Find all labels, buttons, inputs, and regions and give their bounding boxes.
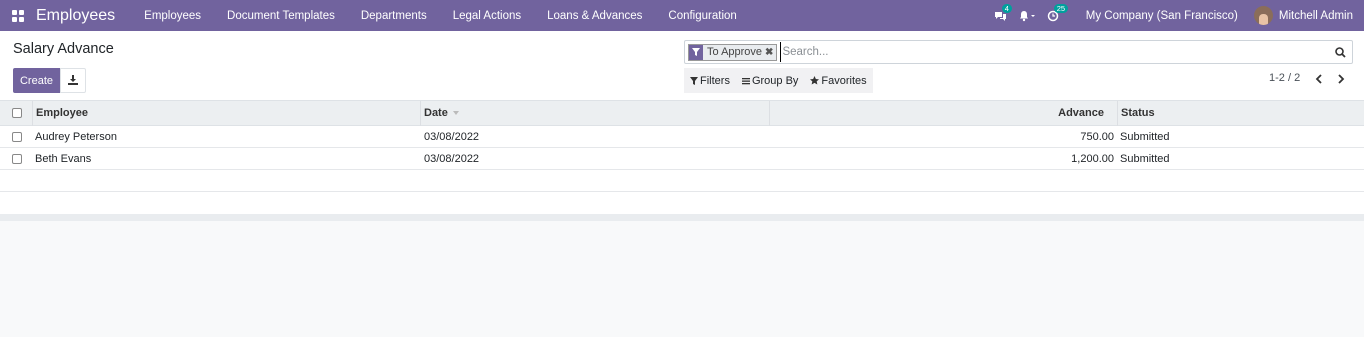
cell-advance: 750.00 (1080, 130, 1114, 143)
filters-label: Filters (700, 74, 730, 87)
menu-employees[interactable]: Employees (131, 0, 214, 31)
empty-row (0, 170, 1364, 192)
menu-departments[interactable]: Departments (348, 0, 440, 31)
activities-count-badge: 25 (1053, 4, 1069, 13)
search-bar: To Approve ✖ (684, 40, 1353, 64)
empty-row (0, 192, 1364, 214)
create-button[interactable]: Create (13, 68, 60, 93)
filter-facet-icon (689, 44, 703, 60)
table-header: Employee Date Advance Status (0, 101, 1364, 126)
menu-document-templates[interactable]: Document Templates (214, 0, 348, 31)
cell-employee: Audrey Peterson (35, 130, 117, 143)
app-menu-icon[interactable] (0, 0, 36, 31)
cell-employee: Beth Evans (35, 152, 92, 165)
user-menu[interactable]: Mitchell Admin (1253, 6, 1364, 25)
cell-date: 03/08/2022 (424, 152, 480, 165)
column-label: Advance (1058, 107, 1104, 119)
facet-label: To Approve (707, 46, 763, 58)
cell-date: 03/08/2022 (424, 130, 480, 143)
cell-status: Submitted (1120, 152, 1170, 165)
list-footer (0, 214, 1364, 221)
pager-previous-icon[interactable] (1311, 71, 1327, 87)
row-checkbox[interactable] (12, 131, 22, 142)
user-name: Mitchell Admin (1278, 9, 1353, 22)
cell-status: Submitted (1120, 130, 1170, 143)
search-facet-to-approve: To Approve ✖ (688, 43, 778, 61)
column-header-status[interactable]: Status (1121, 101, 1155, 125)
row-checkbox[interactable] (12, 153, 22, 164)
favorites-dropdown[interactable]: Favorites (804, 68, 872, 93)
column-header-date[interactable]: Date (424, 101, 459, 125)
control-panel: Salary Advance Create To Approve ✖ Filte… (0, 31, 1364, 101)
table-row[interactable]: Audrey Peterson 03/08/2022 750.00 Submit… (0, 126, 1364, 148)
search-input[interactable] (780, 42, 1328, 62)
favorites-label: Favorites (821, 74, 867, 87)
menu-configuration[interactable]: Configuration (655, 0, 749, 31)
messages-icon[interactable]: 4 (988, 0, 1014, 31)
menu-legal-actions[interactable]: Legal Actions (440, 0, 534, 31)
column-label: Status (1121, 107, 1155, 119)
column-header-employee[interactable]: Employee (36, 101, 88, 125)
app-title[interactable]: Employees (36, 7, 115, 25)
filters-dropdown[interactable]: Filters (684, 68, 736, 93)
remove-facet-icon[interactable]: ✖ (765, 47, 776, 58)
bars-icon (741, 77, 750, 85)
column-label: Employee (36, 107, 88, 119)
group-by-dropdown[interactable]: Group By (736, 68, 804, 93)
breadcrumb-title: Salary Advance (13, 41, 114, 57)
download-button[interactable] (60, 68, 86, 93)
cell-advance: 1,200.00 (1071, 152, 1114, 165)
activities-clock-icon[interactable]: 25 (1040, 0, 1069, 31)
column-label: Date (424, 107, 448, 119)
column-header-advance[interactable]: Advance (770, 101, 1104, 125)
top-navbar: Employees Employees Document Templates D… (0, 0, 1364, 31)
table-row[interactable]: Beth Evans 03/08/2022 1,200.00 Submitted (0, 148, 1364, 170)
group-by-label: Group By (751, 74, 799, 87)
select-all-checkbox[interactable] (12, 108, 22, 118)
messages-count-badge: 4 (1001, 4, 1012, 13)
pager-value[interactable]: 1-2 / 2 (1269, 72, 1300, 84)
list-view: Employee Date Advance Status Audrey Pete… (0, 101, 1364, 214)
pager-next-icon[interactable] (1333, 71, 1349, 87)
search-icon[interactable] (1328, 41, 1352, 63)
menu-loans-advances[interactable]: Loans & Advances (534, 0, 655, 31)
notification-bell-icon[interactable] (1014, 0, 1040, 31)
download-icon (68, 74, 78, 88)
avatar (1253, 6, 1273, 25)
search-options: Filters Group By Favorites (684, 68, 873, 93)
funnel-icon (690, 76, 698, 85)
sort-caret-icon (452, 111, 459, 115)
company-switcher[interactable]: My Company (San Francisco) (1066, 10, 1254, 22)
star-icon (810, 76, 820, 85)
